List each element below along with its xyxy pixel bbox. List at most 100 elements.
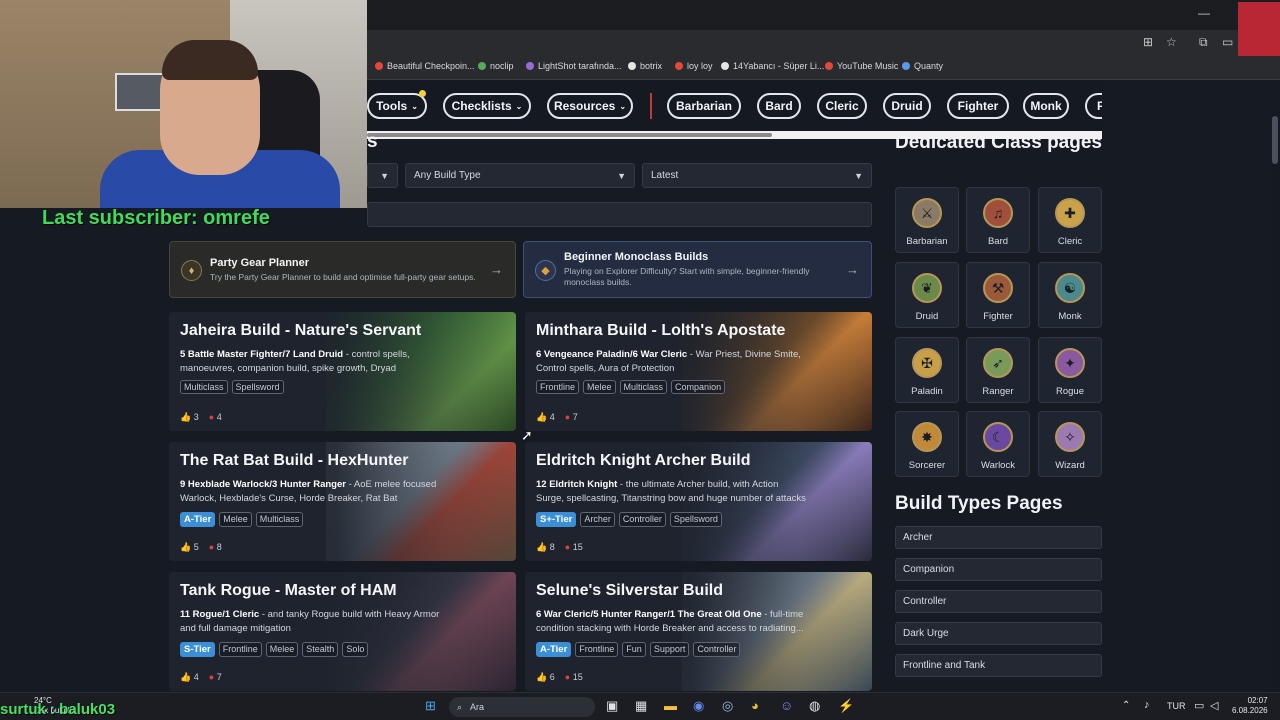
sort-select[interactable]: Latest ▼ (642, 163, 872, 188)
build-tag[interactable]: Fun (622, 642, 646, 657)
page-scrollbar[interactable] (1270, 112, 1280, 692)
discord-icon[interactable]: ☺ (780, 698, 793, 713)
build-tag[interactable]: Multiclass (619, 380, 668, 394)
build-type-link[interactable]: Archer (895, 526, 1102, 549)
beginner-monoclass-card[interactable]: ◆ Beginner Monoclass Builds Playing on E… (523, 241, 872, 298)
build-title[interactable]: Jaheira Build - Nature's Servant (180, 322, 421, 340)
class-page-ranger[interactable]: ➶ Ranger (966, 337, 1030, 403)
class-page-fighter[interactable]: ⚒ Fighter (966, 262, 1030, 328)
class-page-cleric[interactable]: ✚ Cleric (1038, 187, 1102, 253)
class-emblem-icon: ♫ (983, 198, 1013, 228)
bookmark-item[interactable]: YouTube Music (825, 61, 898, 71)
start-icon[interactable]: ⊞ (425, 698, 436, 714)
nav-class-monk[interactable]: Monk (1023, 93, 1069, 119)
build-tag[interactable]: Melee (583, 380, 616, 394)
nav-resources[interactable]: Resources ⌄ (547, 93, 633, 119)
bookmark-item[interactable]: botrix (628, 61, 662, 71)
build-title[interactable]: Tank Rogue - Master of HAM (180, 582, 397, 600)
translate-icon[interactable]: ⊞ (1143, 35, 1153, 49)
bookmark-star-icon[interactable]: ☆ (1166, 35, 1177, 49)
build-type-link[interactable]: Dark Urge (895, 622, 1102, 645)
build-card[interactable]: Selune's Silverstar Build 6 War Cleric/5 … (525, 572, 872, 691)
build-tag[interactable]: Multiclass (255, 512, 304, 527)
volume-icon[interactable]: ◁ (1210, 699, 1218, 712)
obs-icon[interactable]: ◍ (809, 698, 820, 714)
class-page-paladin[interactable]: ✠ Paladin (895, 337, 959, 403)
chrome-icon[interactable]: ◕ (751, 698, 759, 713)
sidepanel-icon[interactable]: ▭ (1222, 35, 1233, 49)
build-type-link[interactable]: Controller (895, 590, 1102, 613)
class-page-barbarian[interactable]: ⚔ Barbarian (895, 187, 959, 253)
nav-checklists[interactable]: Checklists ⌄ (443, 93, 531, 119)
steam-icon[interactable]: ◎ (722, 698, 733, 714)
build-tag[interactable]: Spellsword (669, 512, 722, 527)
class-page-bard[interactable]: ♫ Bard (966, 187, 1030, 253)
chevron-up-icon[interactable]: ⌃ (1122, 700, 1130, 711)
build-tag[interactable]: Melee (265, 642, 299, 657)
build-tag[interactable]: Multiclass (180, 380, 228, 394)
build-title[interactable]: The Rat Bat Build - HexHunter (180, 452, 408, 470)
build-tag[interactable]: Melee (219, 512, 252, 527)
build-stats: 👍 4 ● 7 (536, 412, 578, 423)
page-scrollbar-thumb[interactable] (1272, 116, 1278, 164)
bookmark-item[interactable]: Beautiful Checkpoin... (375, 61, 475, 71)
nav-class-cleric[interactable]: Cleric (817, 93, 867, 119)
language-indicator[interactable]: TUR (1167, 701, 1186, 711)
build-tag[interactable]: Controller (693, 642, 741, 657)
extensions-icon[interactable]: ⧉ (1199, 35, 1208, 50)
task-view-icon[interactable]: ▣ (606, 698, 618, 714)
build-tag[interactable]: Support (649, 642, 690, 657)
nav-tools[interactable]: Tools ⌄ (367, 93, 427, 119)
nav-class-barbarian[interactable]: Barbarian (667, 93, 741, 119)
build-tag[interactable]: Companion (671, 380, 726, 394)
minimize-icon[interactable]: — (1198, 6, 1210, 20)
bookmark-item[interactable]: 14Yabancı - Süper Li... (721, 61, 824, 71)
class-page-rogue[interactable]: ✦ Rogue (1038, 337, 1102, 403)
build-tag[interactable]: Stealth (302, 642, 339, 657)
class-filter-select[interactable]: ▼ (367, 163, 398, 188)
class-page-druid[interactable]: ❦ Druid (895, 262, 959, 328)
clock[interactable]: 02:07 6.08.2026 (1232, 696, 1268, 716)
build-tag[interactable]: Solo (342, 642, 369, 657)
build-type-link[interactable]: Companion (895, 558, 1102, 581)
build-tag[interactable]: Controller (618, 512, 666, 527)
app-yellow-icon[interactable]: ⚡ (838, 698, 854, 714)
build-tag[interactable]: Archer (580, 512, 615, 527)
class-page-warlock[interactable]: ☾ Warlock (966, 411, 1030, 477)
nav-class-bard[interactable]: Bard (757, 93, 801, 119)
build-card[interactable]: The Rat Bat Build - HexHunter 9 Hexblade … (169, 442, 516, 561)
bookmark-label: noclip (490, 61, 514, 71)
nav-class-paladin[interactable]: P (1085, 93, 1102, 119)
build-title[interactable]: Selune's Silverstar Build (536, 582, 723, 600)
folder-icon[interactable]: ▬ (664, 698, 677, 713)
build-card[interactable]: Minthara Build - Lolth's Apostate 6 Venge… (525, 312, 872, 431)
build-type-link[interactable]: Frontline and Tank (895, 654, 1102, 677)
class-page-monk[interactable]: ☯ Monk (1038, 262, 1102, 328)
build-card[interactable]: Jaheira Build - Nature's Servant 5 Battle… (169, 312, 516, 431)
build-tag[interactable]: Frontline (575, 642, 619, 657)
build-tag[interactable]: Frontline (536, 380, 580, 394)
party-gear-planner-card[interactable]: ♦ Party Gear Planner Try the Party Gear … (169, 241, 516, 298)
app-icon[interactable]: ◉ (693, 698, 704, 714)
nav-class-fighter[interactable]: Fighter (947, 93, 1009, 119)
taskbar-search[interactable]: ⌕ Ara (449, 697, 595, 717)
network-icon[interactable]: ▭ (1194, 699, 1204, 712)
nav-scrollbar-thumb[interactable] (367, 133, 772, 137)
build-title[interactable]: Minthara Build - Lolth's Apostate (536, 322, 785, 340)
build-type-select[interactable]: Any Build Type ▼ (405, 163, 635, 188)
nav-class-druid[interactable]: Druid (883, 93, 931, 119)
class-page-sorcerer[interactable]: ✸ Sorcerer (895, 411, 959, 477)
build-search-input[interactable] (367, 202, 872, 227)
build-title[interactable]: Eldritch Knight Archer Build (536, 452, 751, 470)
bookmark-item[interactable]: Quanty (902, 61, 943, 71)
bookmark-item[interactable]: noclip (478, 61, 514, 71)
build-tag[interactable]: Frontline (218, 642, 262, 657)
build-card[interactable]: Tank Rogue - Master of HAM 11 Rogue/1 Cle… (169, 572, 516, 691)
calculator-icon[interactable]: ▦ (635, 698, 647, 714)
microphone-icon[interactable]: ♪ (1144, 699, 1150, 711)
bookmark-item[interactable]: loy loy (675, 61, 713, 71)
build-card[interactable]: Eldritch Knight Archer Build 12 Eldritch … (525, 442, 872, 561)
class-page-wizard[interactable]: ✧ Wizard (1038, 411, 1102, 477)
build-tag[interactable]: Spellsword (231, 380, 284, 394)
bookmark-item[interactable]: LightShot tarafında... (526, 61, 622, 71)
